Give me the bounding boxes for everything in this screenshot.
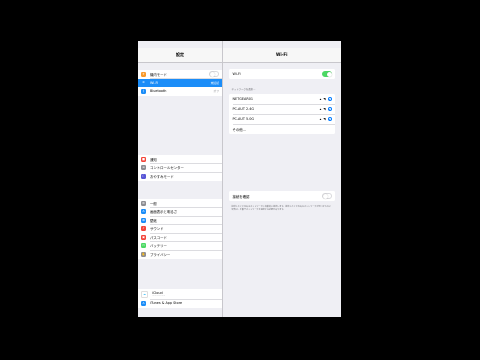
info-icon[interactable]: i [327,106,332,112]
passcode-icon: ▣ [141,234,146,240]
network-name: PC-AUT 2.4G [232,107,255,111]
sidebar-item[interactable]: ≋ Wi-Fi 未接続 [138,78,222,87]
sidebar-item[interactable]: ▣ パスコード [138,233,222,242]
app-store-icon: A [141,300,146,306]
battery-icon: ▭ [141,243,146,249]
sidebar-item-label: 機内モード [150,72,167,77]
sounds-icon: ♪ [141,226,146,232]
wifi-toggle-switch[interactable] [322,71,332,77]
sidebar-item-label: おやすみモード [150,174,174,179]
lock-icon: 🔒︎ [319,97,322,101]
network-name: NETGEAR01 [232,97,254,101]
sidebar-item-label: 画面表示と明るさ [150,210,178,215]
sidebar-item-label: iTunes & App Store [150,301,183,306]
sidebar-item-subtitle: ................... [152,293,166,297]
sidebar-item[interactable]: AiTunes & App Store [138,299,222,308]
sidebar-item[interactable]: ≡ コントロールセンター [138,164,222,172]
wifi-signal-icon: ◥ [323,107,326,111]
info-icon[interactable]: i [327,96,332,102]
wifi-icon: ≋ [141,80,146,86]
sidebar-item-label: コントロールセンター [150,166,184,171]
network-name: PC-AUT 5.0G [232,117,255,121]
settings-group: ☁ iCloud................... AiTunes & App … [138,289,222,308]
settings-sidebar: 設定 ✈ 機内モード ≋ Wi-Fi 未接続 ᛒ Bluetooth オフ ■ 通知 ≡ コントロール… [138,41,223,317]
ask-to-join-group: 接続を確認 [228,191,336,201]
airplane-icon: ✈ [141,71,146,77]
sidebar-item[interactable]: ✈ 機内モード [138,70,222,79]
sidebar-title: 設定 [138,48,222,63]
sidebar-item-value: オフ [213,89,219,94]
ask-to-join-switch[interactable] [322,193,332,199]
sidebar-item-label: パスコード [150,235,167,240]
privacy-icon: ✋ [141,251,146,257]
sidebar-item-label: 一般 [150,201,157,206]
sidebar-item-label: Wi-Fi [150,80,159,85]
sidebar-item[interactable]: ■ 通知 [138,155,222,164]
wifi-signal-icon: ◥ [323,97,326,101]
wifi-signal-icon: ◥ [323,117,326,121]
sidebar-item[interactable]: ᛒ Bluetooth オフ [138,87,222,96]
do-not-disturb-icon: ☾ [141,173,146,179]
network-row[interactable]: PC-AUT 2.4G 🔒︎ ◥ i [229,104,335,114]
lock-icon: 🔒︎ [319,107,322,111]
settings-group: ✈ 機内モード ≋ Wi-Fi 未接続 ᛒ Bluetooth オフ [138,70,222,96]
networks-caption: ネットワークを選択… [231,88,256,91]
sidebar-item-label: バッテリー [150,244,167,249]
lock-icon: 🔒︎ [319,117,322,121]
sidebar-item-label: プライバシー [150,252,171,257]
wifi-toggle-group: Wi-Fi [228,69,336,79]
ask-to-join-label: 接続を確認 [232,194,250,199]
ipad-screen: iPad ✦ 9:41 設定 ✈機内モード≋Wi-Fi未接続ᛒBluetooth… [138,41,341,317]
settings-group: ⚙ 一般 A 画面表示と明るさ ✿ 壁紙 ♪ サウンド ▣ パスコード ▭ バッテリー ✋ プライバシー [138,199,222,259]
sidebar-item[interactable]: ▭ バッテリー [138,242,222,250]
sidebar-item-label: 通知 [150,157,157,162]
info-icon[interactable]: i [327,116,332,122]
control-center-icon: ≡ [141,165,146,171]
sidebar-item[interactable]: ☁ iCloud................... [138,289,222,299]
sidebar-item[interactable]: ✿ 壁紙 [138,216,222,225]
ask-to-join-row[interactable]: 接続を確認 [229,191,336,201]
sidebar-item[interactable]: A 画面表示と明るさ [138,208,222,216]
display-icon: A [141,209,146,215]
wifi-toggle-row[interactable]: Wi-Fi [229,69,336,79]
sidebar-item[interactable]: ⚙ 一般 [138,199,222,208]
settings-group: ■ 通知 ≡ コントロールセンター ☾ おやすみモード [138,155,222,181]
wifi-detail-pane: Wi-Fi Wi-Fi ネットワークを選択… NETGEAR01 🔒︎ ◥ i PC-A… [222,41,341,317]
sidebar-item[interactable]: ☾ おやすみモード [138,172,222,181]
general-icon: ⚙ [141,200,146,206]
sidebar-item-label: サウンド [150,227,164,232]
wifi-toggle-label: Wi-Fi [232,72,241,76]
sidebar-item[interactable]: ♪ サウンド [138,225,222,233]
airplane-mode-switch[interactable] [209,71,219,78]
icloud-icon: ☁ [141,290,148,298]
notifications-icon: ■ [141,156,146,162]
sidebar-item-label: 壁紙 [150,218,157,223]
network-row[interactable]: PC-AUT 5.0G 🔒︎ ◥ i [229,114,335,124]
detail-title: Wi-Fi [222,48,341,63]
other-network-label: その他... [232,127,246,132]
sidebar-item[interactable]: ✋ プライバシー [138,250,222,259]
ask-to-join-footnote: 接続したことのあるネットワークに自動的に接続します。接続したことのあるネットワー… [231,206,332,211]
bluetooth-icon: ᛒ [141,88,146,94]
sidebar-item-label: Bluetooth [150,89,167,94]
sidebar-item-value: 未接続 [210,80,219,85]
other-network-row[interactable]: その他... [229,124,336,134]
network-list: NETGEAR01 🔒︎ ◥ i PC-AUT 2.4G 🔒︎ ◥ i PC-AUT 5.0G 🔒… [228,94,336,134]
wallpaper-icon: ✿ [141,217,146,223]
network-row[interactable]: NETGEAR01 🔒︎ ◥ i [229,94,335,104]
